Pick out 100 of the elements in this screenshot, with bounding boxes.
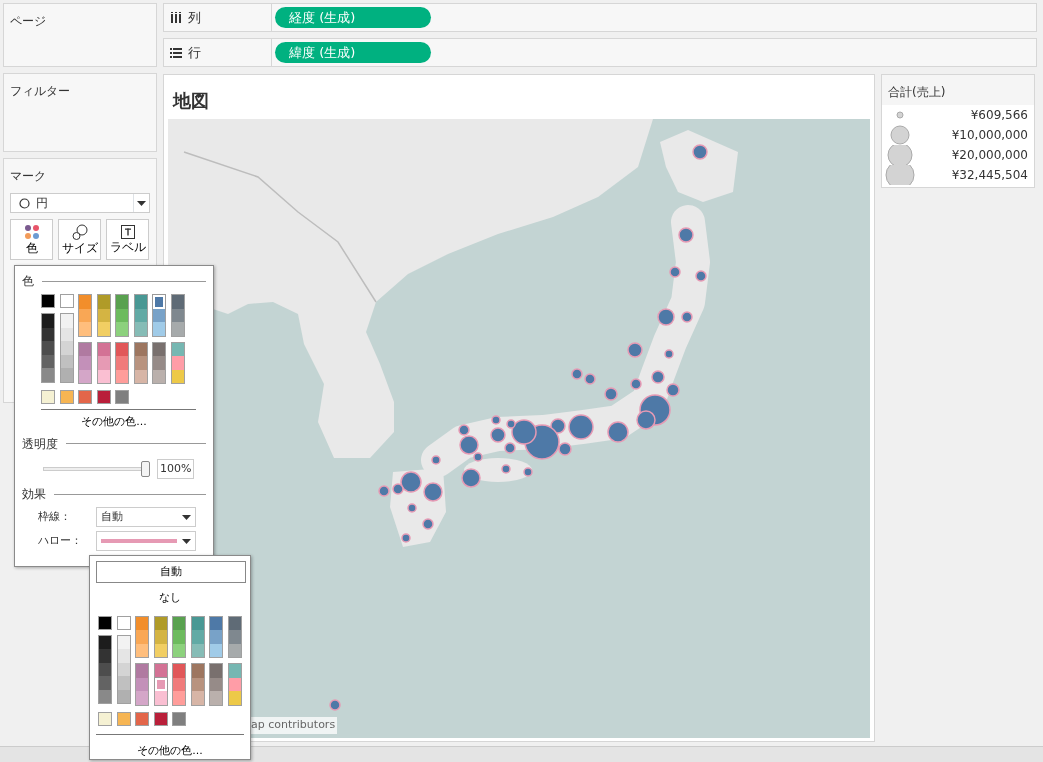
color-swatch[interactable] — [98, 615, 112, 630]
color-swatch[interactable] — [153, 322, 165, 336]
color-swatch[interactable] — [171, 295, 184, 309]
shelf-label: 行 — [188, 43, 201, 62]
circle-icon — [19, 197, 30, 209]
color-swatch[interactable] — [154, 616, 167, 630]
color-swatch[interactable] — [115, 390, 129, 404]
color-swatch[interactable] — [134, 295, 147, 309]
color-swatch[interactable] — [136, 616, 148, 630]
color-swatch[interactable] — [135, 711, 149, 726]
caret-icon — [182, 514, 191, 520]
color-swatch[interactable] — [96, 390, 111, 404]
color-swatch[interactable] — [153, 356, 165, 370]
mark-type-dropdown[interactable]: 円 — [10, 193, 150, 213]
legend-label: ¥10,000,000 — [950, 127, 1029, 144]
color-swatch[interactable] — [171, 322, 184, 336]
legend-label: ¥20,000,000 — [950, 147, 1029, 164]
legend-title: 合計(売上) — [882, 75, 1034, 105]
color-swatch[interactable] — [79, 322, 91, 336]
color-swatch[interactable] — [60, 314, 73, 328]
opacity-value-field[interactable]: 100% — [157, 458, 195, 479]
color-swatch[interactable] — [42, 314, 54, 328]
color-swatch[interactable] — [173, 616, 185, 630]
rows-icon — [170, 47, 182, 58]
color-swatch[interactable] — [173, 691, 185, 705]
slider-thumb[interactable] — [141, 460, 150, 477]
color-swatch[interactable] — [228, 630, 241, 644]
halo-dropdown[interactable] — [96, 531, 196, 551]
color-swatch[interactable] — [99, 635, 111, 649]
color-swatch[interactable] — [117, 635, 130, 649]
color-swatch[interactable] — [116, 356, 128, 370]
color-swatch[interactable] — [171, 342, 184, 356]
color-swatch[interactable] — [41, 294, 55, 308]
color-swatch[interactable] — [116, 322, 128, 336]
color-swatch[interactable] — [97, 295, 110, 309]
color-swatch[interactable] — [59, 390, 74, 404]
more-colors-link[interactable]: その他の色... — [137, 734, 203, 762]
color-swatch[interactable] — [79, 342, 91, 356]
color-swatch[interactable] — [134, 356, 147, 370]
color-swatch[interactable] — [60, 368, 73, 382]
color-swatch[interactable] — [117, 676, 130, 690]
color-swatch[interactable] — [116, 711, 131, 726]
text-box-icon — [120, 224, 135, 239]
color-swatch[interactable] — [173, 630, 185, 644]
border-dropdown[interactable]: 自動 — [96, 507, 196, 527]
mark-card-button[interactable]: 色 — [10, 219, 53, 260]
color-swatch[interactable] — [153, 711, 168, 726]
color-swatch[interactable] — [191, 691, 204, 705]
mark-card-button[interactable]: サイズ — [58, 219, 101, 260]
color-swatch[interactable] — [228, 616, 241, 630]
caret-icon — [182, 538, 191, 544]
color-swatch[interactable] — [191, 664, 204, 678]
columns-icon — [170, 12, 182, 23]
color-swatch[interactable] — [99, 649, 111, 663]
color-swatch[interactable] — [191, 630, 204, 644]
color-swatch[interactable] — [153, 342, 165, 356]
more-colors-link[interactable]: その他の色... — [81, 410, 147, 435]
color-swatch[interactable] — [136, 664, 148, 678]
opacity-slider[interactable] — [43, 460, 151, 477]
color-swatch[interactable] — [116, 295, 128, 309]
color-swatch[interactable] — [136, 691, 148, 705]
color-swatch[interactable] — [154, 691, 167, 705]
color-swatch[interactable] — [191, 616, 204, 630]
color-swatch[interactable] — [228, 691, 241, 705]
color-swatch[interactable] — [99, 676, 111, 690]
color-swatch[interactable] — [116, 342, 128, 356]
color-swatch[interactable] — [98, 711, 112, 726]
none-option[interactable]: なし — [159, 583, 181, 614]
color-swatch[interactable] — [97, 322, 110, 336]
color-swatch[interactable] — [97, 356, 110, 370]
color-swatch[interactable] — [210, 691, 222, 705]
color-swatch[interactable] — [171, 356, 184, 370]
color-swatch[interactable] — [116, 615, 131, 630]
color-swatch[interactable] — [117, 649, 130, 663]
color-swatch[interactable] — [42, 368, 54, 382]
color-swatch[interactable] — [136, 630, 148, 644]
color-swatch[interactable] — [134, 342, 147, 356]
color-swatch[interactable] — [154, 664, 167, 678]
color-swatch[interactable] — [134, 322, 147, 336]
mark-card-button[interactable]: ラベル — [106, 219, 149, 260]
legend-label: ¥32,445,504 — [950, 167, 1029, 184]
panel-title: マーク — [9, 168, 47, 185]
color-swatch[interactable] — [210, 664, 222, 678]
color-swatch[interactable] — [154, 630, 167, 644]
map-attribution: ap contributors — [249, 717, 338, 734]
color-swatch[interactable] — [210, 616, 222, 630]
color-swatch[interactable] — [59, 294, 74, 308]
color-swatch[interactable] — [60, 341, 73, 355]
color-swatch[interactable] — [41, 390, 55, 404]
color-swatch[interactable] — [97, 342, 110, 356]
color-swatch[interactable] — [228, 664, 241, 678]
color-swatch[interactable] — [79, 356, 91, 370]
color-swatch[interactable] — [78, 390, 92, 404]
mark-type-label: 円 — [36, 195, 49, 212]
color-swatch[interactable] — [173, 664, 185, 678]
color-swatch[interactable] — [42, 341, 54, 355]
color-swatch[interactable] — [210, 630, 222, 644]
auto-button[interactable]: 自動 — [96, 561, 246, 583]
color-swatch[interactable] — [172, 711, 186, 726]
color-swatch[interactable] — [79, 295, 91, 309]
